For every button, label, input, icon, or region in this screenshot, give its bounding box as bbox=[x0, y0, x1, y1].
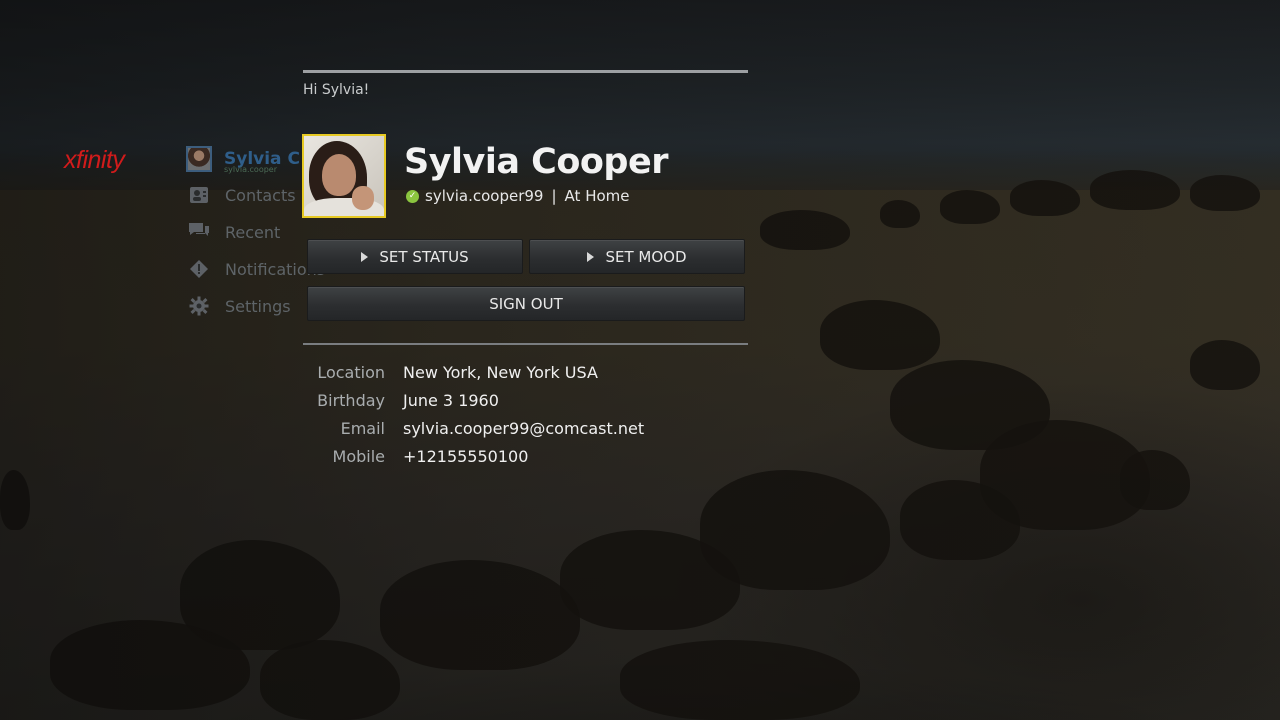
top-divider bbox=[303, 70, 748, 73]
nav-label-settings: Settings bbox=[225, 296, 291, 316]
detail-label: Birthday bbox=[317, 390, 385, 410]
profile-photo bbox=[302, 134, 386, 218]
detail-row-birthday: Birthday June 3 1960 bbox=[303, 388, 499, 412]
presence-line: ✓ sylvia.cooper99 | At Home bbox=[406, 187, 630, 205]
avatar bbox=[186, 146, 212, 172]
nav-user-username: sylvia.cooper bbox=[224, 165, 278, 174]
play-icon bbox=[361, 251, 369, 262]
sign-out-button[interactable]: SIGN OUT bbox=[307, 286, 745, 321]
greeting: Hi Sylvia! bbox=[303, 82, 370, 98]
background-photo bbox=[0, 0, 1280, 720]
dim-overlay bbox=[0, 0, 1280, 720]
nav-item-notifications[interactable]: Notifications bbox=[186, 254, 325, 284]
contacts-icon bbox=[186, 182, 212, 208]
detail-label: Email bbox=[340, 418, 385, 438]
separator: | bbox=[551, 187, 557, 205]
detail-value: New York, New York USA bbox=[403, 362, 598, 382]
set-status-label: SET STATUS bbox=[379, 247, 469, 266]
nav-label-recent: Recent bbox=[225, 222, 281, 242]
xfinity-logo: xfinity bbox=[64, 146, 125, 174]
gear-icon bbox=[186, 293, 212, 319]
set-mood-label: SET MOOD bbox=[605, 247, 687, 266]
sign-out-label: SIGN OUT bbox=[489, 294, 563, 313]
detail-row-mobile: Mobile +12155550100 bbox=[303, 444, 529, 468]
set-mood-button[interactable]: SET MOOD bbox=[529, 239, 745, 274]
details-divider bbox=[303, 343, 748, 345]
status-text: At Home bbox=[564, 187, 630, 205]
username: sylvia.cooper99 bbox=[425, 187, 544, 205]
detail-label: Location bbox=[317, 362, 385, 382]
checkmark-icon: ✓ bbox=[406, 189, 419, 203]
nav-item-settings[interactable]: Settings bbox=[186, 291, 291, 321]
profile-name: Sylvia Cooper bbox=[404, 142, 668, 182]
nav-item-contacts[interactable]: Contacts bbox=[186, 180, 296, 210]
nav-item-profile[interactable]: Sylvia C sylvia.cooper bbox=[186, 144, 300, 174]
chat-icon bbox=[186, 219, 212, 245]
play-icon bbox=[587, 251, 595, 262]
detail-value: +12155550100 bbox=[403, 446, 529, 466]
set-status-button[interactable]: SET STATUS bbox=[307, 239, 523, 274]
detail-row-email: Email sylvia.cooper99@comcast.net bbox=[303, 416, 644, 440]
detail-row-location: Location New York, New York USA bbox=[303, 360, 598, 384]
alert-icon bbox=[186, 256, 212, 282]
detail-value: sylvia.cooper99@comcast.net bbox=[403, 418, 645, 438]
nav-label-contacts: Contacts bbox=[225, 185, 296, 205]
detail-value: June 3 1960 bbox=[403, 390, 499, 410]
nav-item-recent[interactable]: Recent bbox=[186, 217, 280, 247]
detail-label: Mobile bbox=[332, 446, 385, 466]
